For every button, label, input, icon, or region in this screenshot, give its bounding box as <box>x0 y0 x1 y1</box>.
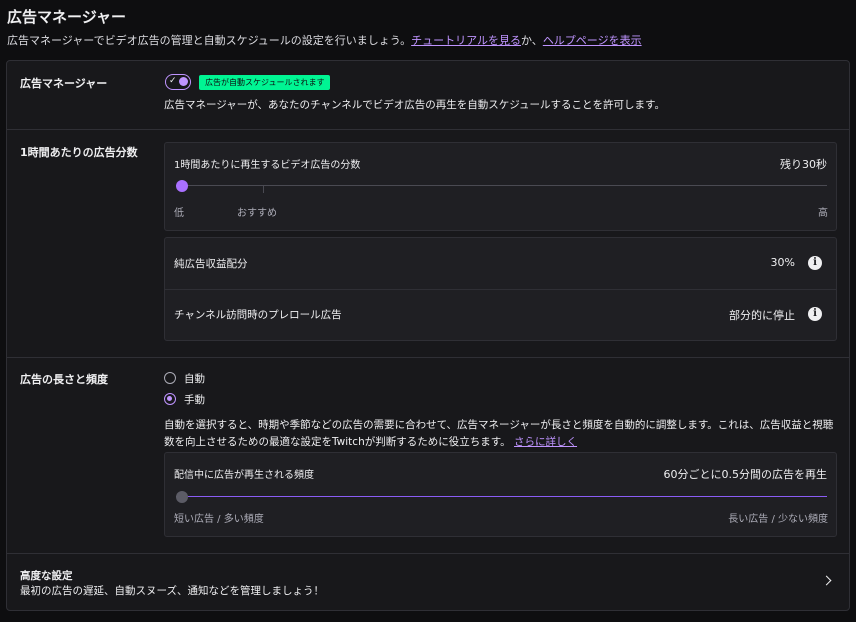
page-description-text: 広告マネージャーでビデオ広告の管理と自動スケジュールの設定を行いましょう。 <box>7 34 412 47</box>
ad-minutes-label: 1時間あたりの広告分数 <box>20 146 138 159</box>
learn-more-link[interactable]: さらに詳しく <box>514 436 577 448</box>
radio-auto-label: 自動 <box>184 373 205 385</box>
frequency-slider-thumb[interactable] <box>176 491 188 503</box>
auto-schedule-badge: 広告が自動スケジュールされます <box>199 75 331 90</box>
recommended-tick <box>263 185 264 193</box>
divider <box>7 553 849 554</box>
short-ads-label: 短い広告 / 多い頻度 <box>174 514 264 525</box>
ad-minutes-slider-thumb[interactable] <box>176 180 188 192</box>
tutorial-link[interactable]: チュートリアルを見る <box>411 34 521 47</box>
info-icon[interactable]: i <box>808 256 822 270</box>
radio-manual[interactable] <box>164 393 176 405</box>
length-frequency-description: 自動を選択すると、時期や季節などの広告の需要に合わせて、広告マネージャーが長さと… <box>164 417 840 451</box>
frequency-slider-track[interactable] <box>176 496 827 497</box>
revenue-card: 純広告収益配分 30% i チャンネル訪問時のプレロール広告 部分的に停止 i <box>164 237 837 341</box>
high-label: 高 <box>818 208 828 219</box>
divider <box>7 357 849 358</box>
page-description-joiner: か、 <box>521 34 543 47</box>
ad-minutes-slider-title: 1時間あたりに再生するビデオ広告の分数 <box>174 160 361 171</box>
preroll-label: チャンネル訪問時のプレロール広告 <box>174 309 342 321</box>
low-label: 低 <box>174 208 184 219</box>
remaining-time: 残り30秒 <box>780 158 827 171</box>
page-description: 広告マネージャーでビデオ広告の管理と自動スケジュールの設定を行いましょう。チュー… <box>7 32 642 48</box>
radio-manual-label: 手動 <box>184 394 205 406</box>
ads-manager-description: 広告マネージャーが、あなたのチャンネルでビデオ広告の再生を自動スケジュールするこ… <box>164 99 665 111</box>
radio-auto[interactable] <box>164 372 176 384</box>
advanced-title[interactable]: 高度な設定 <box>20 568 73 583</box>
page-title: 広告マネージャー <box>7 8 126 26</box>
recommended-label: おすすめ <box>237 208 277 219</box>
chevron-right-icon[interactable] <box>821 575 832 586</box>
long-ads-label: 長い広告 / 少ない頻度 <box>728 514 828 525</box>
frequency-slider-title: 配信中に広告が再生される頻度 <box>174 470 314 481</box>
preroll-value: 部分的に停止 <box>729 309 795 322</box>
advanced-description: 最初の広告の遅延、自動スヌーズ、通知などを管理しましょう！ <box>20 585 324 597</box>
revenue-value: 30% <box>770 256 795 269</box>
info-icon[interactable]: i <box>808 307 822 321</box>
help-page-link[interactable]: ヘルプページを表示 <box>543 34 642 47</box>
revenue-label: 純広告収益配分 <box>174 258 248 270</box>
ad-minutes-slider-track[interactable] <box>176 185 827 186</box>
check-icon: ✓ <box>169 76 177 86</box>
frequency-value: 60分ごとに0.5分間の広告を再生 <box>663 468 828 481</box>
divider <box>7 129 849 130</box>
ad-minutes-slider-card: 1時間あたりに再生するビデオ広告の分数 残り30秒 低 おすすめ 高 <box>164 142 837 231</box>
ads-manager-label: 広告マネージャー <box>20 77 108 90</box>
frequency-slider-card: 配信中に広告が再生される頻度 60分ごとに0.5分間の広告を再生 短い広告 / … <box>164 452 837 537</box>
length-frequency-description-text: 自動を選択すると、時期や季節などの広告の需要に合わせて、広告マネージャーが長さと… <box>164 419 834 448</box>
toggle-knob <box>179 77 188 86</box>
ads-manager-toggle[interactable]: ✓ <box>165 74 191 90</box>
divider <box>165 289 836 290</box>
length-frequency-label: 広告の長さと頻度 <box>20 373 108 386</box>
settings-panel: 広告マネージャー ✓ 広告が自動スケジュールされます 広告マネージャーが、あなた… <box>6 60 850 611</box>
